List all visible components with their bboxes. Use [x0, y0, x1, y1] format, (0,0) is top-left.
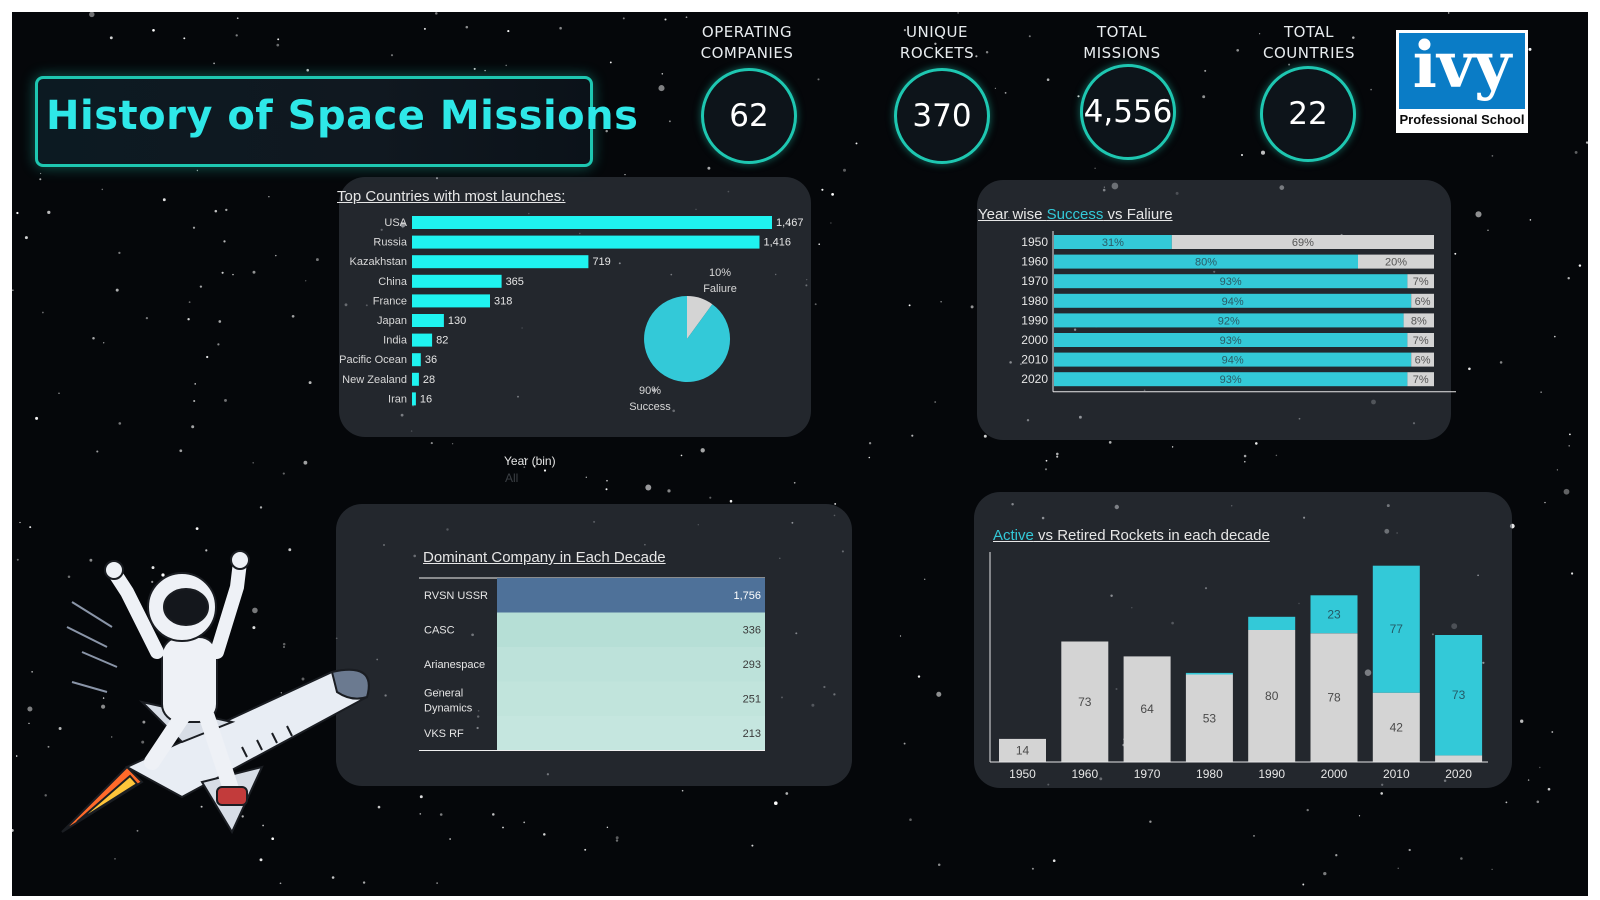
astronaut-right-glove: [230, 550, 250, 570]
dashboard-canvas: History of Space Missions OPERATING COMP…: [12, 12, 1588, 896]
decade-tick-label: 2010: [1383, 767, 1410, 781]
decade-tick-label: 1970: [1134, 767, 1161, 781]
retired-value-label: 53: [1203, 711, 1217, 725]
rocket-flame-core: [76, 774, 139, 823]
astronaut-right-arm: [210, 555, 247, 659]
astronaut-boot: [216, 786, 248, 806]
active-value-label: 73: [1452, 688, 1466, 702]
active-column[interactable]: [1185, 672, 1233, 675]
retired-value-label: 80: [1265, 689, 1279, 703]
retired-column[interactable]: [1435, 755, 1483, 762]
active-column[interactable]: [1248, 616, 1296, 630]
active-value-label: 77: [1390, 622, 1404, 636]
decade-tick-label: 1960: [1071, 767, 1098, 781]
decade-tick-label: 2020: [1445, 767, 1472, 781]
retired-value-label: 64: [1140, 702, 1154, 716]
retired-value-label: 73: [1078, 695, 1092, 709]
astronaut-on-shuttle-illustration: [61, 550, 370, 835]
retired-value-label: 78: [1327, 691, 1341, 705]
speed-lines: [66, 601, 118, 693]
astronaut-left-glove: [104, 560, 124, 580]
decade-tick-label: 1990: [1258, 767, 1285, 781]
decade-tick-label: 2000: [1321, 767, 1348, 781]
decade-tick-label: 1980: [1196, 767, 1223, 781]
decade-tick-label: 1950: [1009, 767, 1036, 781]
active-value-label: 23: [1327, 607, 1341, 621]
astronaut-visor: [163, 588, 209, 626]
retired-value-label: 42: [1390, 720, 1404, 734]
retired-value-label: 14: [1016, 744, 1030, 758]
